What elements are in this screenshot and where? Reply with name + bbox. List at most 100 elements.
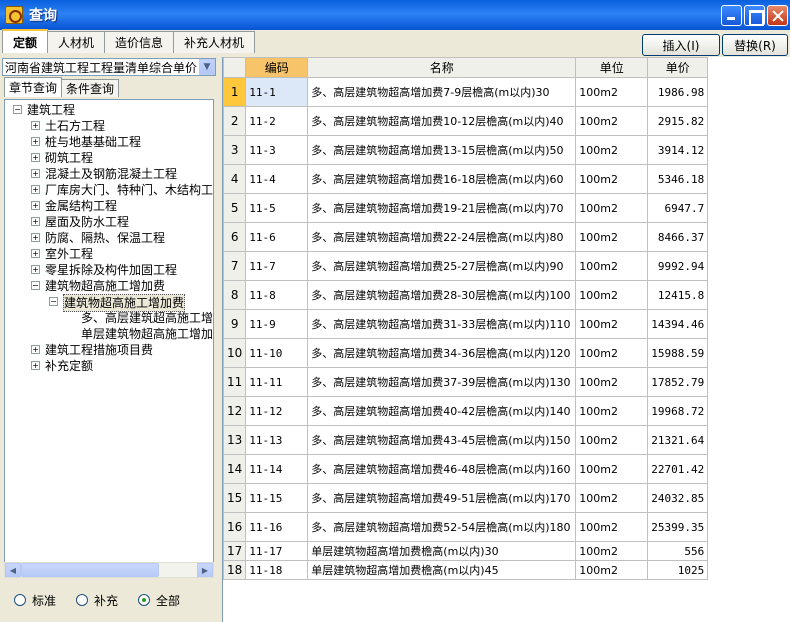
code-cell[interactable]: 11-2 <box>245 106 309 136</box>
row-number-cell[interactable]: 14 <box>223 454 247 484</box>
row-number-cell[interactable]: 5 <box>223 193 247 223</box>
unit-cell[interactable]: 100m2 <box>575 222 649 252</box>
column-header-unit[interactable]: 单位 <box>575 57 649 78</box>
table-row[interactable]: 2 11-2 多、高层建筑物超高增加费10-12层檐高(m以内)40 100m2 291… <box>223 106 709 136</box>
price-cell[interactable]: 15988.59 <box>647 338 709 368</box>
radio-standard[interactable]: 标准 <box>14 592 56 609</box>
code-cell[interactable]: 11-11 <box>245 367 309 397</box>
table-row[interactable]: 9 11-9 多、高层建筑物超高增加费31-33层檐高(m以内)110 100m2 14… <box>223 309 709 339</box>
tree-node[interactable]: 单层建筑物超高施工增加费 <box>5 326 213 342</box>
price-cell[interactable]: 556 <box>647 541 709 561</box>
radio-all[interactable]: 全部 <box>138 592 180 609</box>
tree-node[interactable]: + 零星拆除及构件加固工程 <box>5 262 213 278</box>
row-number-cell[interactable]: 13 <box>223 425 247 455</box>
row-number-cell[interactable]: 15 <box>223 483 247 513</box>
table-row[interactable]: 8 11-8 多、高层建筑物超高增加费28-30层檐高(m以内)100 100m2 12… <box>223 280 709 310</box>
code-cell[interactable]: 11-18 <box>245 560 309 580</box>
row-number-cell[interactable]: 9 <box>223 309 247 339</box>
code-cell[interactable]: 11-3 <box>245 135 309 165</box>
row-number-cell[interactable]: 6 <box>223 222 247 252</box>
name-cell[interactable]: 多、高层建筑物超高增加费52-54层檐高(m以内)180 <box>307 512 577 542</box>
expand-icon[interactable]: + <box>31 153 40 162</box>
radio-indicator[interactable] <box>76 594 89 606</box>
column-header-price[interactable]: 单价 <box>647 57 709 78</box>
tree-node[interactable]: + 厂库房大门、特种门、木结构工程 <box>5 182 213 198</box>
name-cell[interactable]: 多、高层建筑物超高增加费25-27层檐高(m以内)90 <box>307 251 577 281</box>
table-row[interactable]: 18 11-18 单层建筑物超高增加费檐高(m以内)45 100m2 1025 <box>223 560 709 580</box>
price-cell[interactable]: 6947.7 <box>647 193 709 223</box>
name-cell[interactable]: 多、高层建筑物超高增加费43-45层檐高(m以内)150 <box>307 425 577 455</box>
unit-cell[interactable]: 100m2 <box>575 512 649 542</box>
table-row[interactable]: 1 11-1 多、高层建筑物超高增加费7-9层檐高(m以内)30 100m2 1986.… <box>223 77 709 107</box>
table-row[interactable]: 6 11-6 多、高层建筑物超高增加费22-24层檐高(m以内)80 100m2 846… <box>223 222 709 252</box>
radio-indicator[interactable] <box>138 594 151 606</box>
tree-node[interactable]: + 建筑工程措施项目费 <box>5 342 213 358</box>
price-cell[interactable]: 17852.79 <box>647 367 709 397</box>
expand-icon[interactable]: + <box>31 137 40 146</box>
name-cell[interactable]: 多、高层建筑物超高增加费37-39层檐高(m以内)130 <box>307 367 577 397</box>
tab-labor-material-machine[interactable]: 人材机 <box>47 31 106 53</box>
tab-condition-query[interactable]: 条件查询 <box>61 79 120 97</box>
name-cell[interactable]: 多、高层建筑物超高增加费19-21层檐高(m以内)70 <box>307 193 577 223</box>
price-cell[interactable]: 24032.85 <box>647 483 709 513</box>
unit-cell[interactable]: 100m2 <box>575 483 649 513</box>
code-cell[interactable]: 11-12 <box>245 396 309 426</box>
radio-supplement[interactable]: 补充 <box>76 592 118 609</box>
tab-supplement-material[interactable]: 补充人材机 <box>173 31 256 53</box>
expand-icon[interactable]: + <box>31 169 40 178</box>
unit-cell[interactable]: 100m2 <box>575 164 649 194</box>
code-cell[interactable]: 11-7 <box>245 251 309 281</box>
row-number-cell[interactable]: 4 <box>223 164 247 194</box>
tree-node[interactable]: − 建筑工程 <box>5 102 213 118</box>
table-row[interactable]: 16 11-16 多、高层建筑物超高增加费52-54层檐高(m以内)180 100m2… <box>223 512 709 542</box>
tree-node[interactable]: − 建筑物超高施工增加费 <box>5 294 213 312</box>
tree-node[interactable]: + 金属结构工程 <box>5 198 213 214</box>
code-cell[interactable]: 11-4 <box>245 164 309 194</box>
code-cell[interactable]: 11-13 <box>245 425 309 455</box>
tab-price-info[interactable]: 造价信息 <box>104 31 175 53</box>
expand-icon[interactable]: + <box>31 361 40 370</box>
unit-cell[interactable]: 100m2 <box>575 77 649 107</box>
row-number-cell[interactable]: 17 <box>223 541 247 561</box>
code-cell[interactable]: 11-1 <box>245 77 309 107</box>
collapse-icon[interactable]: − <box>31 281 40 290</box>
row-number-cell[interactable]: 18 <box>223 560 247 580</box>
name-cell[interactable]: 多、高层建筑物超高增加费10-12层檐高(m以内)40 <box>307 106 577 136</box>
tree-node[interactable]: + 室外工程 <box>5 246 213 262</box>
price-cell[interactable]: 1986.98 <box>647 77 709 107</box>
price-cell[interactable]: 25399.35 <box>647 512 709 542</box>
code-cell[interactable]: 11-14 <box>245 454 309 484</box>
price-cell[interactable]: 22701.42 <box>647 454 709 484</box>
name-cell[interactable]: 多、高层建筑物超高增加费31-33层檐高(m以内)110 <box>307 309 577 339</box>
row-number-cell[interactable]: 12 <box>223 396 247 426</box>
expand-icon[interactable]: + <box>31 345 40 354</box>
name-cell[interactable]: 多、高层建筑物超高增加费28-30层檐高(m以内)100 <box>307 280 577 310</box>
tree-node[interactable]: + 砌筑工程 <box>5 150 213 166</box>
table-row[interactable]: 13 11-13 多、高层建筑物超高增加费43-45层檐高(m以内)150 100m2… <box>223 425 709 455</box>
tab-chapter-query[interactable]: 章节查询 <box>4 77 63 97</box>
expand-icon[interactable]: + <box>31 185 40 194</box>
table-row[interactable]: 11 11-11 多、高层建筑物超高增加费37-39层檐高(m以内)130 100m2… <box>223 367 709 397</box>
title-bar[interactable]: 查询 <box>0 0 790 30</box>
table-row[interactable]: 14 11-14 多、高层建筑物超高增加费46-48层檐高(m以内)160 100m2… <box>223 454 709 484</box>
unit-cell[interactable]: 100m2 <box>575 454 649 484</box>
name-cell[interactable]: 多、高层建筑物超高增加费7-9层檐高(m以内)30 <box>307 77 577 107</box>
table-row[interactable]: 15 11-15 多、高层建筑物超高增加费49-51层檐高(m以内)170 100m2… <box>223 483 709 513</box>
name-cell[interactable]: 多、高层建筑物超高增加费49-51层檐高(m以内)170 <box>307 483 577 513</box>
unit-cell[interactable]: 100m2 <box>575 193 649 223</box>
scroll-left-icon[interactable]: ◀ <box>5 563 21 577</box>
scrollbar-thumb[interactable] <box>21 563 159 577</box>
quota-library-select[interactable]: 河南省建筑工程工程量清单综合单价 ▼ <box>2 58 216 76</box>
unit-cell[interactable]: 100m2 <box>575 280 649 310</box>
expand-icon[interactable]: + <box>31 233 40 242</box>
tree-node[interactable]: + 土石方工程 <box>5 118 213 134</box>
column-header-name[interactable]: 名称 <box>307 57 577 78</box>
chevron-down-icon[interactable]: ▼ <box>199 59 215 75</box>
unit-cell[interactable]: 100m2 <box>575 396 649 426</box>
price-cell[interactable]: 9992.94 <box>647 251 709 281</box>
close-button[interactable] <box>767 5 788 26</box>
price-cell[interactable]: 19968.72 <box>647 396 709 426</box>
unit-cell[interactable]: 100m2 <box>575 106 649 136</box>
row-number-cell[interactable]: 10 <box>223 338 247 368</box>
row-number-cell[interactable]: 2 <box>223 106 247 136</box>
